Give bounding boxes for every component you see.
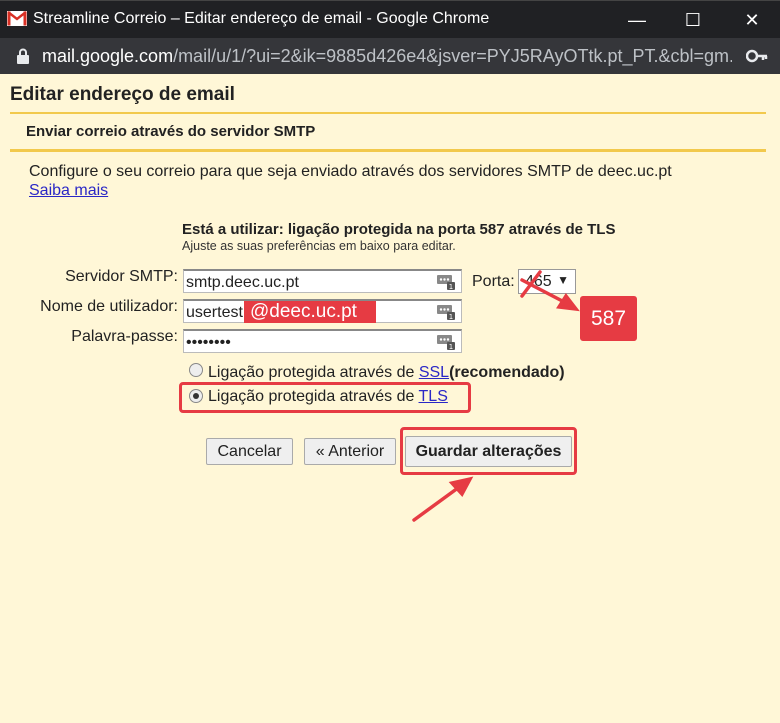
smtp-server-input[interactable]: smtp.deec.uc.pt 1 — [183, 269, 462, 293]
password-manager-icon[interactable]: 1 — [437, 304, 455, 320]
save-highlight-box — [400, 427, 577, 475]
svg-text:1: 1 — [449, 283, 453, 290]
password-manager-icon[interactable]: 1 — [437, 274, 455, 290]
ssl-radio[interactable] — [189, 363, 203, 377]
url-path: /mail/u/1/?ui=2&ik=9885d426e4&jsver=PYJ5… — [173, 46, 732, 66]
current-connection-text: Está a utilizar: ligação protegida na po… — [182, 221, 616, 238]
password-value: •••••••• — [186, 334, 231, 351]
previous-button[interactable]: « Anterior — [304, 438, 396, 465]
password-input[interactable]: •••••••• 1 — [183, 329, 462, 353]
username-value: usertest — [186, 304, 243, 321]
minimize-button[interactable]: — — [611, 1, 663, 39]
username-domain-highlight: @deec.uc.pt — [244, 301, 376, 323]
ssl-link[interactable]: SSL — [419, 364, 449, 381]
lock-icon — [17, 48, 29, 64]
port-arrow-head — [556, 292, 580, 312]
port-annotation-badge: 587 — [580, 296, 637, 341]
section-header: Enviar correio através do servidor SMTP — [10, 112, 766, 152]
close-icon: ✕ — [744, 9, 760, 30]
port-select[interactable]: 465 ▼ — [518, 269, 576, 294]
gmail-logo-icon — [7, 11, 27, 26]
key-icon[interactable] — [746, 48, 768, 64]
section-title: Enviar correio através do servidor SMTP — [26, 123, 316, 140]
window-title: Streamline Correio – Editar endereço de … — [33, 10, 490, 27]
close-button[interactable]: ✕ — [726, 1, 778, 39]
url-host: mail.google.com — [42, 46, 174, 66]
tls-highlight-box — [179, 382, 471, 413]
intro-text: Configure o seu correio para que seja en… — [29, 163, 672, 180]
maximize-button[interactable]: ☐ — [667, 1, 719, 39]
ssl-radio-label[interactable]: Ligação protegida através de SSL(recomen… — [208, 364, 565, 382]
save-arrow-head — [448, 476, 474, 498]
port-label: Porta: — [472, 273, 515, 290]
url-text[interactable]: mail.google.com/mail/u/1/?ui=2&ik=9885d4… — [42, 46, 732, 67]
learn-more-link[interactable]: Saiba mais — [29, 182, 108, 200]
password-manager-icon[interactable]: 1 — [437, 334, 455, 350]
dropdown-arrow-icon: ▼ — [557, 273, 569, 287]
annotation-arrows — [412, 270, 580, 522]
address-bar[interactable]: mail.google.com/mail/u/1/?ui=2&ik=9885d4… — [0, 38, 780, 74]
password-label: Palavra-passe: — [71, 328, 178, 345]
page-title: Editar endereço de email — [10, 84, 235, 105]
smtp-label: Servidor SMTP: — [65, 268, 178, 285]
username-label: Nome de utilizador: — [40, 298, 178, 315]
port-value: 465 — [525, 273, 552, 290]
ssl-prefix: Ligação protegida através de — [208, 364, 419, 381]
ssl-recommended: (recomendado) — [449, 364, 565, 381]
svg-text:1: 1 — [449, 343, 453, 350]
title-bar: Streamline Correio – Editar endereço de … — [0, 0, 780, 38]
smtp-value: smtp.deec.uc.pt — [186, 274, 299, 291]
adjust-hint: Ajuste as suas preferências em baixo par… — [182, 239, 456, 253]
minimize-icon: — — [628, 9, 646, 30]
cancel-button[interactable]: Cancelar — [206, 438, 293, 465]
maximize-icon: ☐ — [684, 9, 702, 30]
save-arrow-line — [412, 483, 464, 522]
svg-text:1: 1 — [449, 313, 453, 320]
